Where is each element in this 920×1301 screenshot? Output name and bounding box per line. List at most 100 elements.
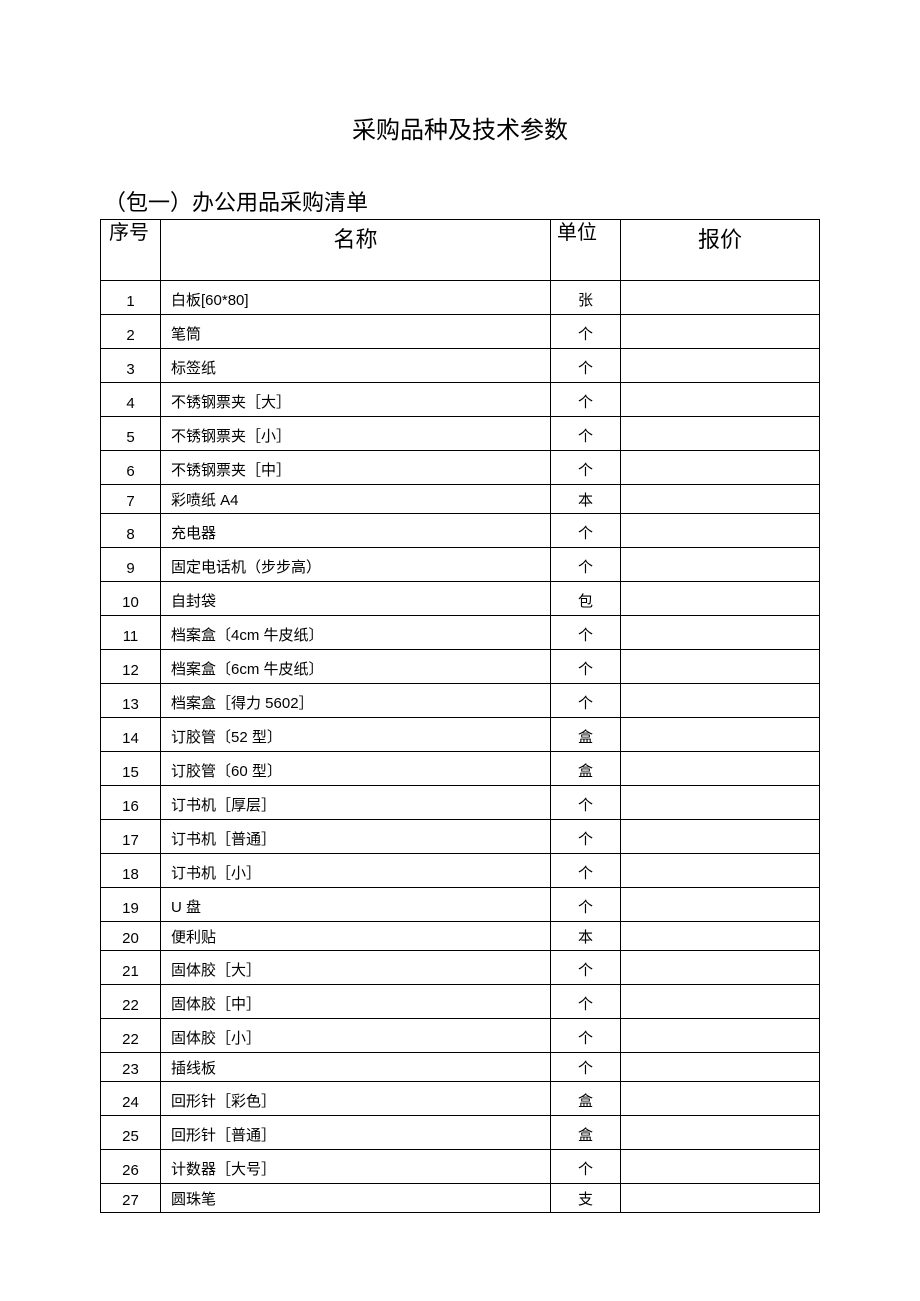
cell-price: [621, 349, 820, 383]
cell-seq: 5: [101, 417, 161, 451]
cell-price: [621, 1053, 820, 1082]
cell-unit: 个: [551, 383, 621, 417]
cell-price: [621, 888, 820, 922]
table-row: 19U 盘个: [101, 888, 820, 922]
cell-price: [621, 650, 820, 684]
cell-name: 不锈钢票夹［大］: [161, 383, 551, 417]
cell-seq: 20: [101, 922, 161, 951]
cell-price: [621, 616, 820, 650]
cell-price: [621, 281, 820, 315]
cell-price: [621, 1019, 820, 1053]
procurement-table: 序号 名称 单位 报价 1白板[60*80]张2笔筒个3标签纸个4不锈钢票夹［大…: [100, 219, 820, 1213]
table-row: 3标签纸个: [101, 349, 820, 383]
cell-unit: 张: [551, 281, 621, 315]
table-row: 27圆珠笔支: [101, 1184, 820, 1213]
cell-unit: 个: [551, 548, 621, 582]
cell-price: [621, 514, 820, 548]
header-unit: 单位: [551, 220, 621, 281]
table-row: 17订书机［普通］个: [101, 820, 820, 854]
cell-price: [621, 315, 820, 349]
cell-name: 回形针［普通］: [161, 1116, 551, 1150]
table-row: 12档案盒〔6cm 牛皮纸〕个: [101, 650, 820, 684]
cell-unit: 个: [551, 888, 621, 922]
cell-unit: 个: [551, 684, 621, 718]
cell-seq: 14: [101, 718, 161, 752]
cell-name: 不锈钢票夹［中］: [161, 451, 551, 485]
table-header-row: 序号 名称 单位 报价: [101, 220, 820, 281]
cell-price: [621, 485, 820, 514]
cell-price: [621, 451, 820, 485]
cell-price: [621, 820, 820, 854]
cell-name: 订书机［普通］: [161, 820, 551, 854]
cell-unit: 个: [551, 786, 621, 820]
cell-seq: 16: [101, 786, 161, 820]
cell-name: 订胶管〔52 型〕: [161, 718, 551, 752]
cell-name: 白板[60*80]: [161, 281, 551, 315]
cell-unit: 个: [551, 650, 621, 684]
cell-unit: 个: [551, 451, 621, 485]
cell-seq: 12: [101, 650, 161, 684]
cell-price: [621, 1116, 820, 1150]
cell-unit: 个: [551, 1150, 621, 1184]
cell-price: [621, 582, 820, 616]
table-row: 4不锈钢票夹［大］个: [101, 383, 820, 417]
cell-name: 回形针［彩色］: [161, 1082, 551, 1116]
cell-name: U 盘: [161, 888, 551, 922]
cell-price: [621, 951, 820, 985]
header-seq: 序号: [101, 220, 161, 281]
cell-unit: 个: [551, 951, 621, 985]
cell-unit: 支: [551, 1184, 621, 1213]
cell-unit: 盒: [551, 718, 621, 752]
cell-price: [621, 1184, 820, 1213]
cell-price: [621, 718, 820, 752]
table-row: 8充电器个: [101, 514, 820, 548]
table-row: 21固体胶［大］个: [101, 951, 820, 985]
cell-name: 订书机［厚层］: [161, 786, 551, 820]
cell-seq: 9: [101, 548, 161, 582]
document-page: 采购品种及技术参数 （包一）办公用品采购清单 序号 名称 单位 报价 1白板[6…: [0, 0, 920, 1273]
cell-price: [621, 548, 820, 582]
cell-name: 固体胶［中］: [161, 985, 551, 1019]
cell-price: [621, 786, 820, 820]
cell-name: 档案盒〔6cm 牛皮纸〕: [161, 650, 551, 684]
cell-seq: 15: [101, 752, 161, 786]
cell-price: [621, 1150, 820, 1184]
cell-price: [621, 383, 820, 417]
table-row: 26计数器［大号］个: [101, 1150, 820, 1184]
header-price: 报价: [621, 220, 820, 281]
cell-unit: 个: [551, 1053, 621, 1082]
cell-name: 自封袋: [161, 582, 551, 616]
cell-name: 档案盒［得力 5602］: [161, 684, 551, 718]
cell-unit: 本: [551, 485, 621, 514]
table-row: 13档案盒［得力 5602］个: [101, 684, 820, 718]
cell-seq: 17: [101, 820, 161, 854]
cell-name: 插线板: [161, 1053, 551, 1082]
table-row: 24回形针［彩色］盒: [101, 1082, 820, 1116]
cell-unit: 个: [551, 417, 621, 451]
cell-name: 不锈钢票夹［小］: [161, 417, 551, 451]
cell-seq: 18: [101, 854, 161, 888]
cell-unit: 个: [551, 854, 621, 888]
cell-name: 档案盒〔4cm 牛皮纸〕: [161, 616, 551, 650]
table-row: 11档案盒〔4cm 牛皮纸〕个: [101, 616, 820, 650]
cell-seq: 21: [101, 951, 161, 985]
cell-unit: 盒: [551, 752, 621, 786]
table-body: 1白板[60*80]张2笔筒个3标签纸个4不锈钢票夹［大］个5不锈钢票夹［小］个…: [101, 281, 820, 1213]
cell-unit: 个: [551, 985, 621, 1019]
cell-unit: 盒: [551, 1082, 621, 1116]
table-row: 10自封袋包: [101, 582, 820, 616]
cell-name: 便利贴: [161, 922, 551, 951]
cell-unit: 个: [551, 1019, 621, 1053]
table-row: 22固体胶［小］个: [101, 1019, 820, 1053]
cell-unit: 盒: [551, 1116, 621, 1150]
table-row: 15订胶管〔60 型〕盒: [101, 752, 820, 786]
page-title: 采购品种及技术参数: [100, 110, 820, 145]
table-row: 22固体胶［中］个: [101, 985, 820, 1019]
cell-seq: 4: [101, 383, 161, 417]
cell-seq: 19: [101, 888, 161, 922]
cell-price: [621, 417, 820, 451]
table-row: 6不锈钢票夹［中］个: [101, 451, 820, 485]
cell-unit: 包: [551, 582, 621, 616]
cell-name: 固体胶［小］: [161, 1019, 551, 1053]
cell-name: 彩喷纸 A4: [161, 485, 551, 514]
